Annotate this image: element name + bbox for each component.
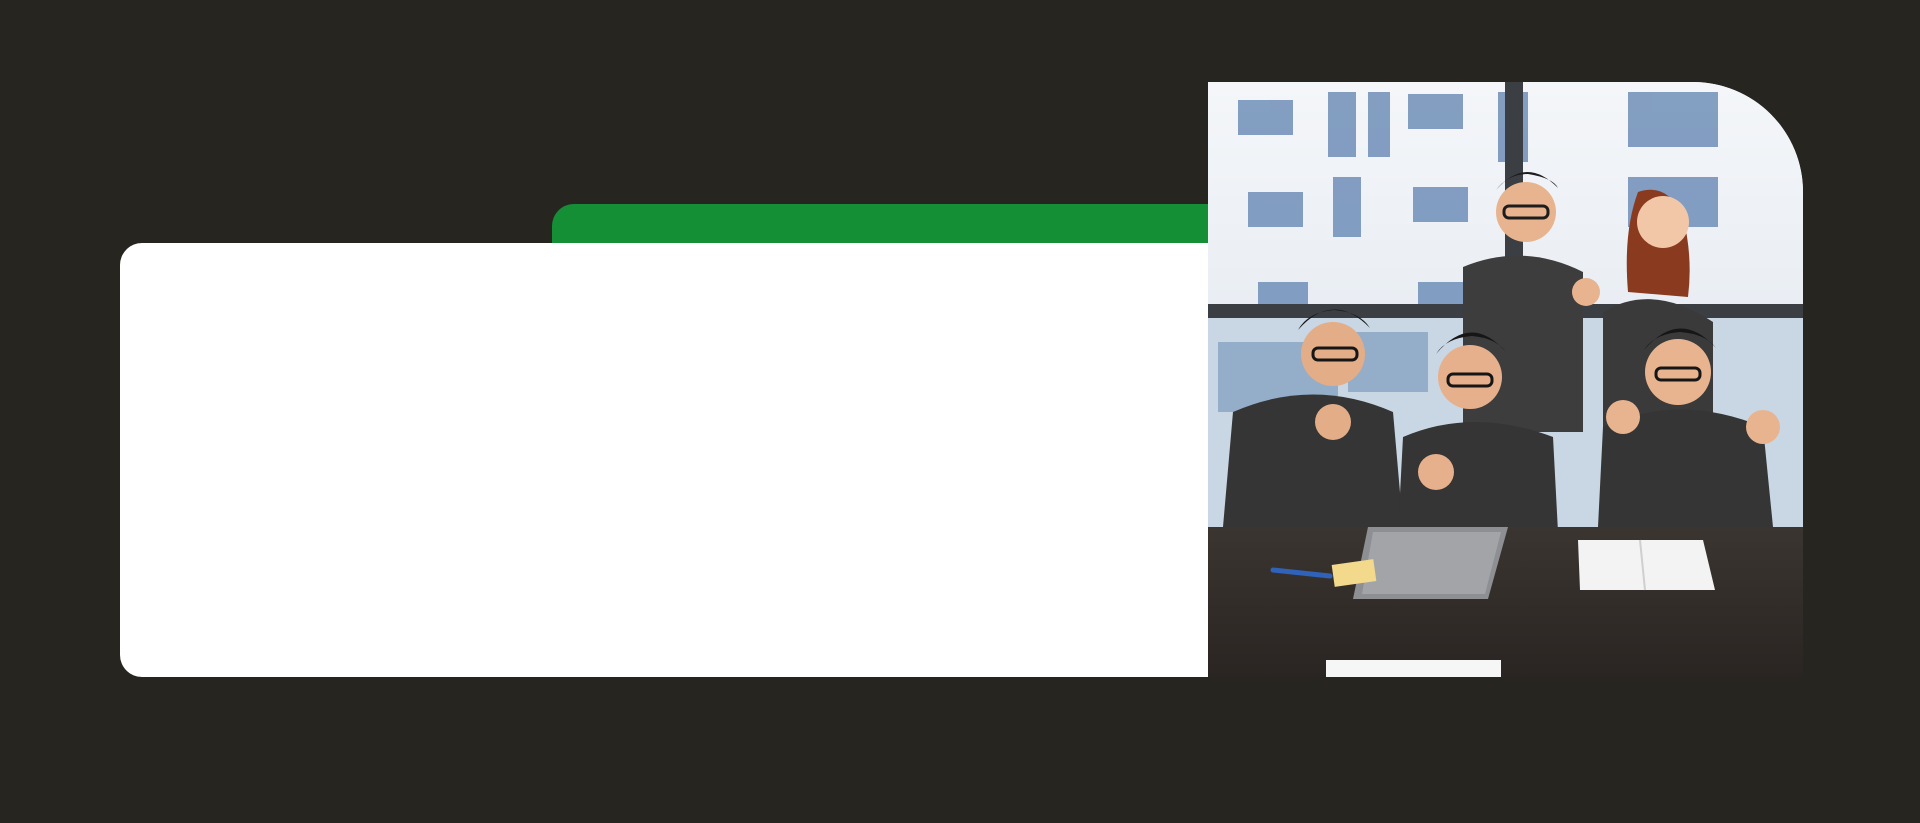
content-card (120, 243, 1212, 677)
team-photo-illustration (1208, 82, 1803, 677)
team-photo (1208, 82, 1803, 677)
